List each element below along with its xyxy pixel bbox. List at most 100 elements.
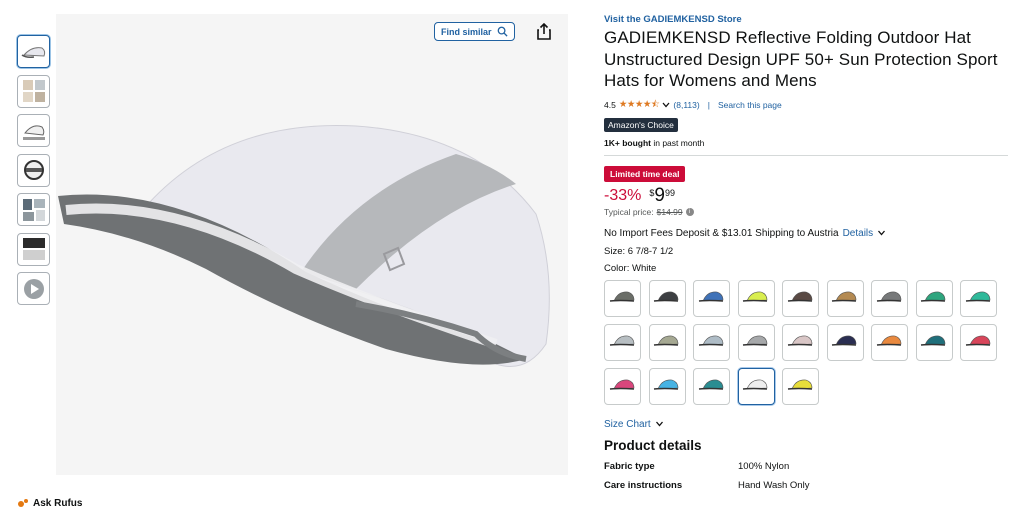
price: $ 9 99 xyxy=(649,184,675,206)
color-swatch[interactable] xyxy=(737,279,775,317)
thumbnail-3[interactable] xyxy=(17,114,50,147)
color-swatch[interactable] xyxy=(782,323,819,361)
size-chart-link[interactable]: Size Chart xyxy=(604,419,1008,430)
color-row: Color: White xyxy=(604,263,1008,274)
color-swatch[interactable] xyxy=(737,367,775,405)
ask-rufus-button[interactable]: Ask Rufus xyxy=(17,497,82,509)
color-label: Color: xyxy=(604,262,632,274)
video-thumbnail-icon xyxy=(23,278,44,299)
color-swatch[interactable] xyxy=(915,323,953,361)
search-this-page-link[interactable]: Search this page xyxy=(718,100,782,110)
cap-swatch-icon xyxy=(920,335,946,346)
thumbnail-5[interactable] xyxy=(17,193,50,226)
product-title: GADIEMKENSD Reflective Folding Outdoor H… xyxy=(604,28,998,90)
cap-swatch-icon xyxy=(965,335,990,346)
limited-deal-badge: Limited time deal xyxy=(604,165,686,182)
color-swatch[interactable] xyxy=(960,323,997,361)
color-swatch[interactable] xyxy=(782,367,819,405)
find-similar-label: Find similar xyxy=(441,26,492,37)
cap-swatch-icon xyxy=(787,335,812,346)
shipping-text: No Import Fees Deposit & $13.01 Shipping… xyxy=(604,227,839,239)
cap-swatch-icon xyxy=(653,379,679,390)
color-swatch[interactable] xyxy=(915,279,953,317)
store-link[interactable]: Visit the GADIEMKENSD Store xyxy=(604,14,1008,26)
color-swatch[interactable] xyxy=(648,279,686,317)
color-swatch[interactable] xyxy=(737,323,775,361)
amazons-choice-badge: Amazon's Choice xyxy=(604,117,678,132)
color-swatch[interactable] xyxy=(960,279,997,317)
color-value: White xyxy=(631,262,657,274)
chevron-down-icon[interactable] xyxy=(662,102,670,108)
cap-lifestyle-icon xyxy=(22,198,45,221)
color-swatch[interactable] xyxy=(693,323,730,361)
typical-price: Typical price: $14.99 i xyxy=(604,207,1008,217)
product-details-table: Fabric type 100% Nylon Care instructions Ha… xyxy=(604,461,1008,491)
info-icon[interactable]: i xyxy=(685,207,694,216)
rating-count-link[interactable]: (8,113) xyxy=(673,100,699,110)
color-swatch[interactable] xyxy=(826,279,864,317)
cap-swatch-icon xyxy=(609,291,634,302)
main-product-image[interactable]: Find similar xyxy=(56,14,568,475)
price-row: -33% $ 9 99 xyxy=(604,184,1008,206)
rating-row: 4.5 ★★★★⯪ (8,113) | Search this page xyxy=(604,97,1008,113)
bought-count: 1K+ bought in past month xyxy=(604,138,1008,148)
thumbnail-7[interactable] xyxy=(17,272,50,305)
spec-key: Care instructions xyxy=(604,479,683,491)
cap-swatch-icon xyxy=(742,335,768,346)
color-swatch[interactable] xyxy=(604,279,641,317)
search-icon xyxy=(497,26,508,37)
product-info: Visit the GADIEMKENSD Store GADIEMKENSD … xyxy=(604,14,1008,491)
size-chart-label: Size Chart xyxy=(604,418,651,430)
color-swatch[interactable] xyxy=(693,367,730,405)
cap-swatch-icon xyxy=(787,291,812,302)
cap-swatch-icon xyxy=(965,291,990,302)
cap-swatch-icon xyxy=(653,291,679,302)
cap-swatch-icon xyxy=(609,335,634,346)
ask-rufus-label: Ask Rufus xyxy=(33,497,83,509)
cap-swatch-icon xyxy=(831,335,857,346)
color-swatch[interactable] xyxy=(604,323,641,361)
divider: | xyxy=(707,99,710,110)
cap-swatch-icon xyxy=(742,291,768,302)
cap-swatch-icon xyxy=(876,335,901,346)
color-swatch[interactable] xyxy=(782,279,819,317)
shipping-details-link[interactable]: Details xyxy=(843,228,874,239)
color-swatch[interactable] xyxy=(648,323,686,361)
size-label: Size: xyxy=(604,245,628,257)
typical-price-label: Typical price: xyxy=(604,206,654,217)
price-whole: 9 xyxy=(654,184,665,206)
cap-swatch-icon xyxy=(831,291,857,302)
share-button[interactable] xyxy=(536,22,552,41)
cap-white-side-icon xyxy=(21,46,45,58)
white-cap-image xyxy=(58,124,550,367)
star-rating-icon[interactable]: ★★★★⯪ xyxy=(619,97,660,113)
spec-value: 100% Nylon xyxy=(738,460,790,472)
cap-swatch-icon xyxy=(653,335,679,346)
spec-value: Hand Wash Only xyxy=(738,479,810,491)
cap-swatch-icon xyxy=(698,291,723,302)
chevron-down-icon xyxy=(655,421,663,427)
color-swatch[interactable] xyxy=(826,323,864,361)
bought-count-bold: 1K+ bought xyxy=(604,137,651,148)
color-swatch[interactable] xyxy=(648,367,686,405)
rufus-icon xyxy=(18,499,28,507)
color-swatch[interactable] xyxy=(604,367,641,405)
cap-swatch-icon xyxy=(698,335,723,346)
size-row: Size: 6 7/8-7 1/2 xyxy=(604,246,1008,257)
color-swatch[interactable] xyxy=(693,279,730,317)
price-fraction: 99 xyxy=(664,187,675,198)
cap-swatch-icon xyxy=(609,379,634,390)
typical-price-value: $14.99 xyxy=(656,206,683,217)
thumbnail-2[interactable] xyxy=(17,74,50,108)
spec-key: Fabric type xyxy=(604,460,655,472)
color-swatch[interactable] xyxy=(871,323,908,361)
thumbnail-6[interactable] xyxy=(17,232,50,266)
color-swatch[interactable] xyxy=(871,279,908,317)
thumbnail-4[interactable] xyxy=(17,153,50,187)
chevron-down-icon[interactable] xyxy=(877,230,886,236)
product-details-heading: Product details xyxy=(604,437,702,453)
thumbnail-1[interactable] xyxy=(17,35,50,68)
rating-value: 4.5 xyxy=(604,99,616,110)
find-similar-button[interactable]: Find similar xyxy=(434,22,515,41)
cap-swatch-icon xyxy=(742,379,768,390)
